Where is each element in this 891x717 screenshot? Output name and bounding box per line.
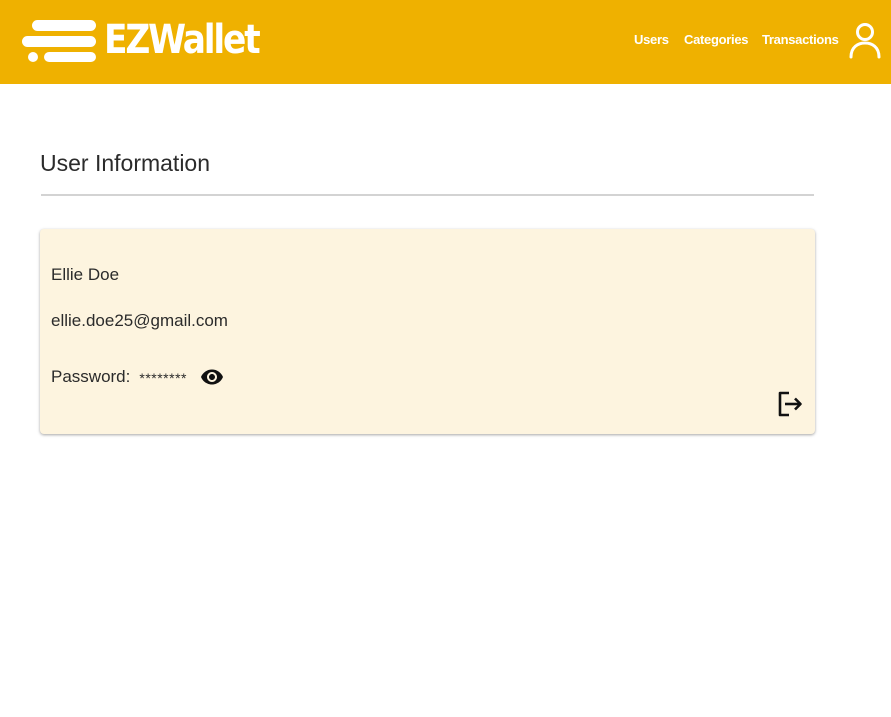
password-label: Password: — [51, 367, 131, 386]
title-divider — [41, 194, 814, 196]
eye-icon[interactable] — [200, 365, 224, 389]
logout-icon[interactable] — [775, 389, 805, 419]
user-info-card: Ellie Doe ellie.doe25@gmail.com Password… — [40, 229, 815, 434]
nav-transactions[interactable]: Transactions — [762, 32, 839, 47]
ezwallet-logo[interactable]: EZWallet — [22, 14, 284, 66]
user-email: ellie.doe25@gmail.com — [51, 311, 228, 330]
top-app-bar: EZWallet Users Categories Transactions — [0, 0, 891, 84]
password-row: Password: ******** — [51, 365, 224, 389]
password-value: ******** — [139, 370, 187, 386]
nav-users[interactable]: Users — [634, 32, 669, 47]
brand-name: EZWallet — [104, 17, 261, 63]
logo-mark-icon — [22, 16, 100, 64]
user-name: Ellie Doe — [51, 265, 120, 284]
page-title: User Information — [40, 150, 211, 176]
nav-categories[interactable]: Categories — [684, 32, 749, 47]
person-icon[interactable] — [848, 22, 882, 60]
